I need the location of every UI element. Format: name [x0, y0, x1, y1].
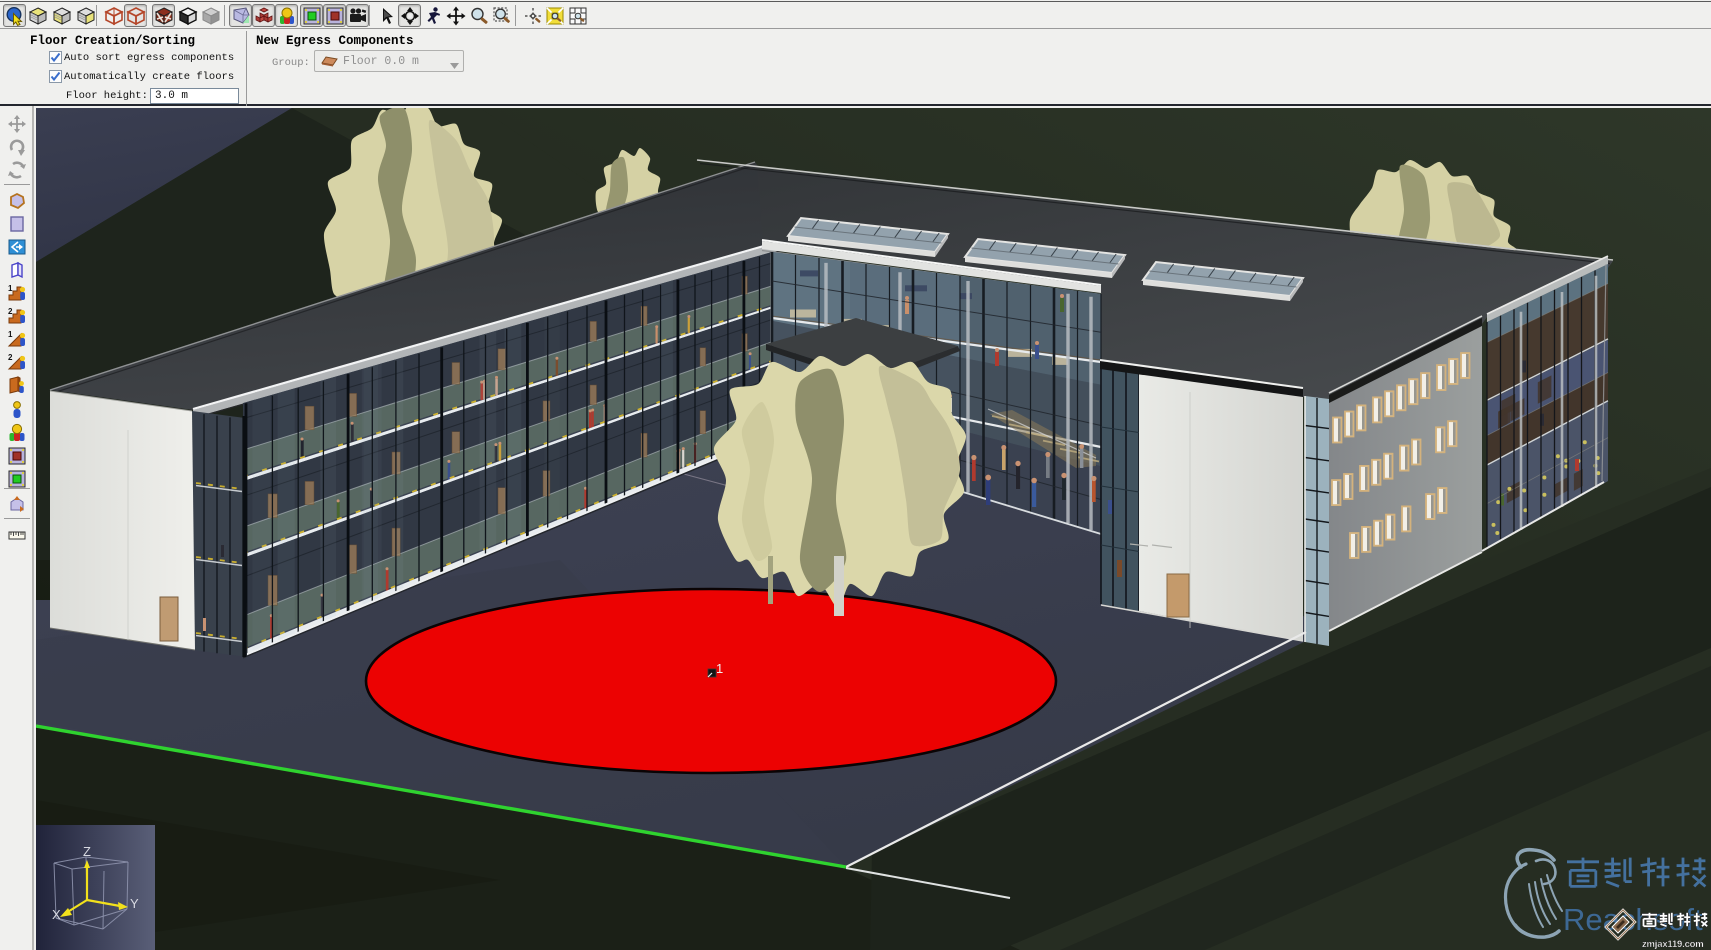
svg-text:zmjax119.com: zmjax119.com — [1642, 939, 1704, 950]
svg-text:2: 2 — [8, 307, 13, 316]
svg-text:2: 2 — [8, 353, 13, 362]
svg-text:X: X — [52, 907, 61, 922]
svg-text:Z: Z — [83, 844, 91, 859]
svg-text:Y: Y — [130, 896, 139, 911]
svg-text:1: 1 — [8, 284, 13, 293]
svg-text:1: 1 — [8, 330, 13, 339]
svg-text:1: 1 — [716, 661, 723, 676]
